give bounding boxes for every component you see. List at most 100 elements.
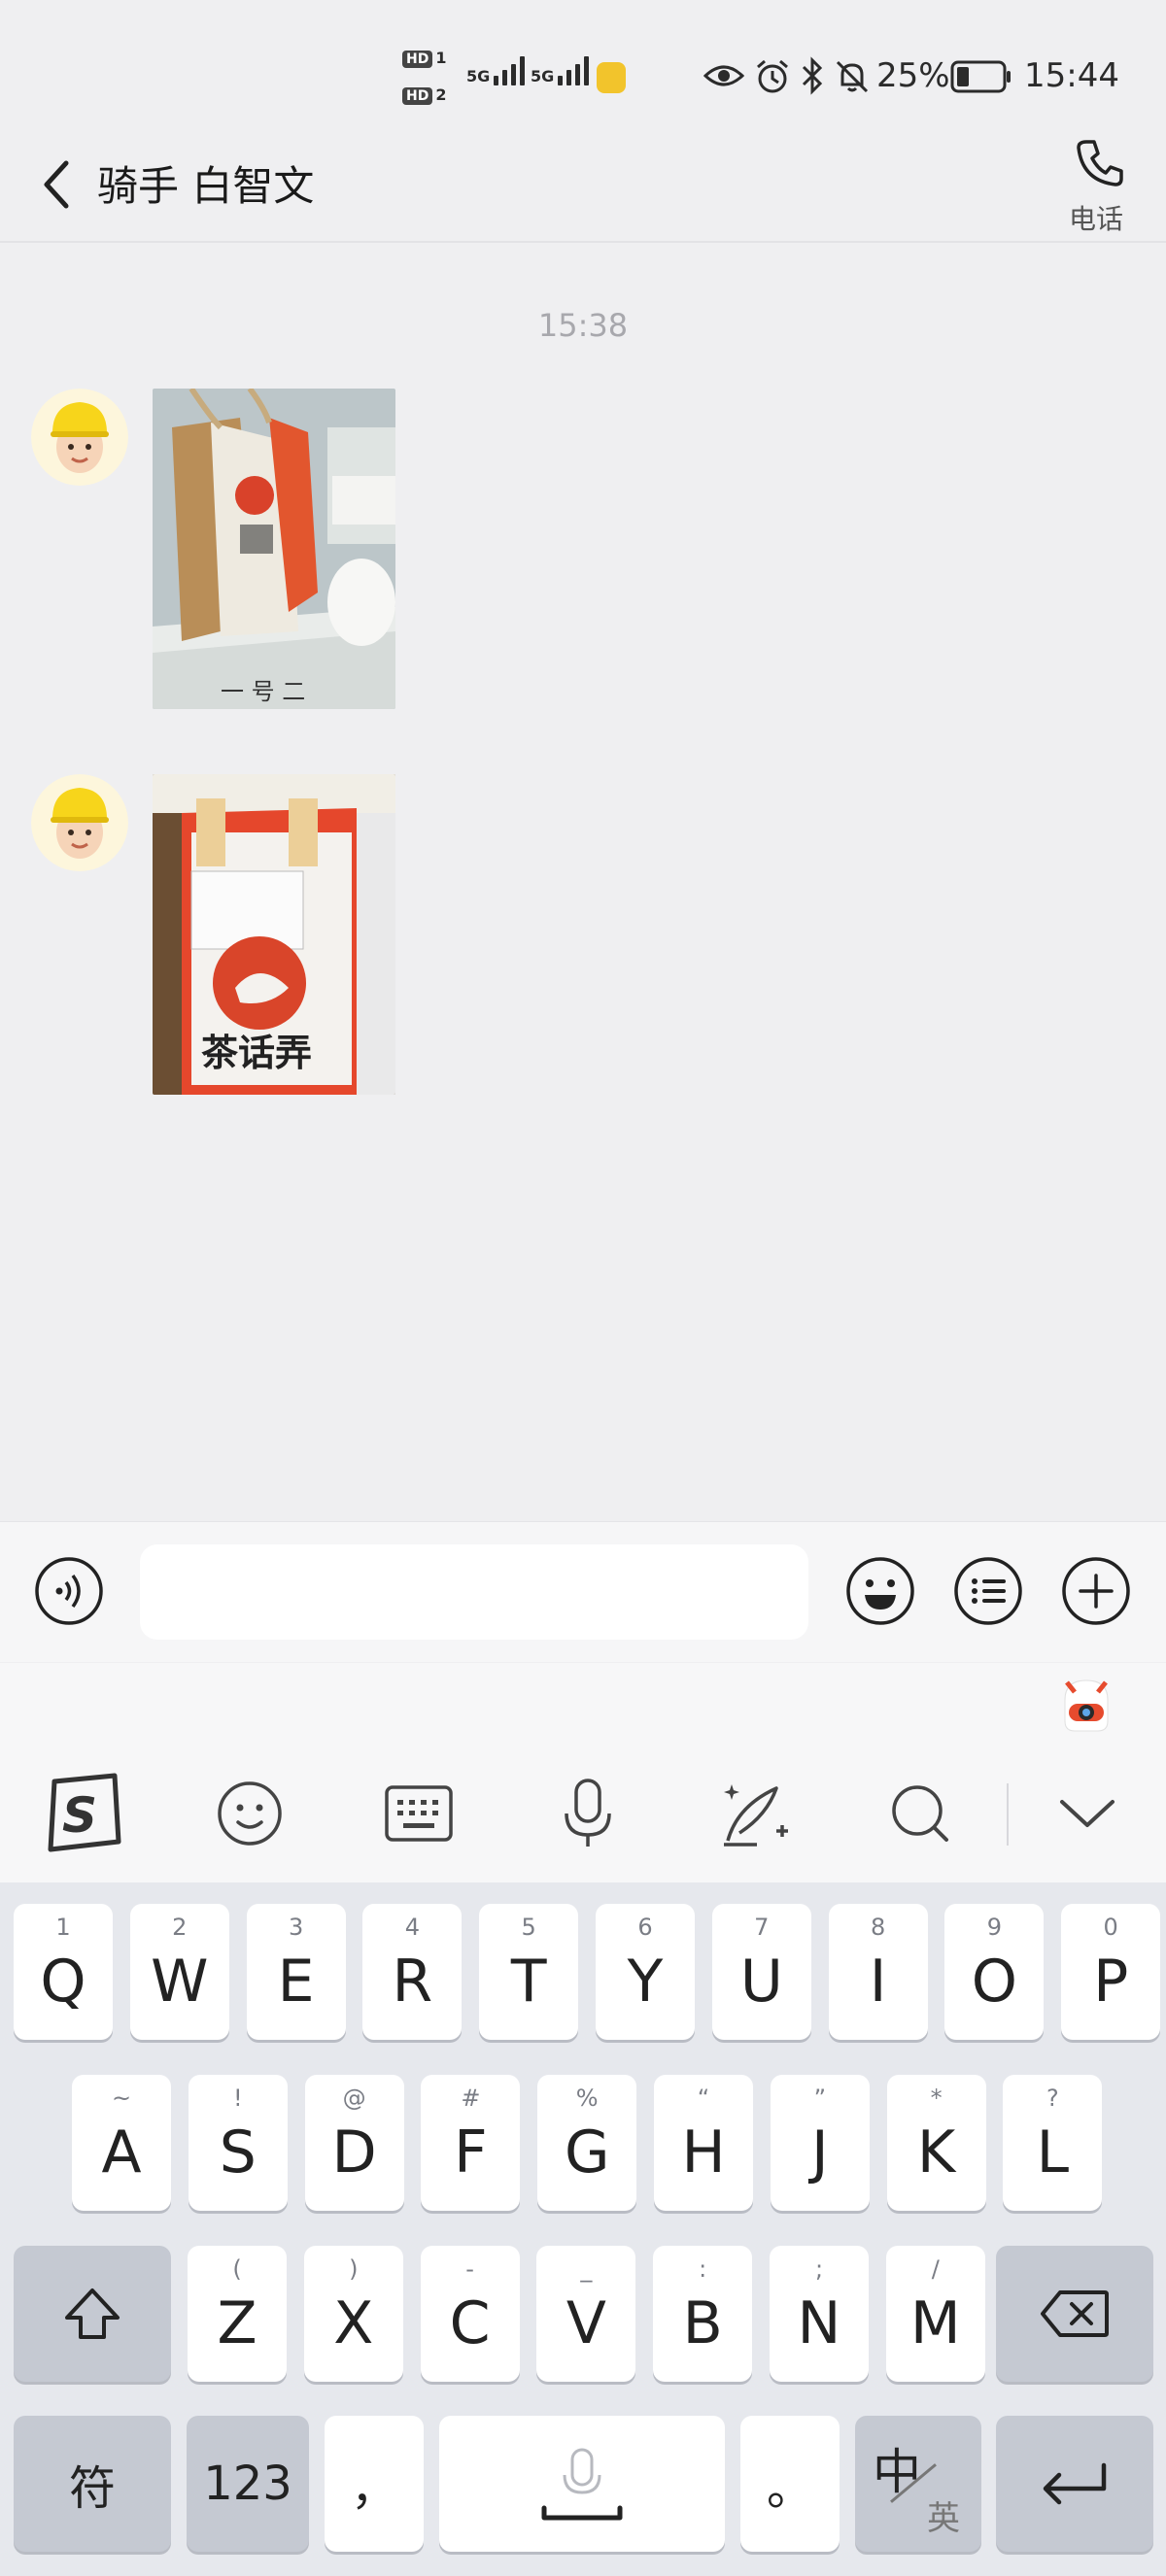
- key-secondary-label: /: [931, 2255, 940, 2283]
- emoji-icon[interactable]: [845, 1556, 915, 1626]
- comma-key[interactable]: ，: [325, 2416, 424, 2552]
- add-more-icon[interactable]: [1061, 1556, 1131, 1626]
- key-w[interactable]: 2W: [129, 1904, 229, 2040]
- eye-icon: [703, 65, 744, 86]
- key-x[interactable]: ) X: [303, 2246, 403, 2382]
- key-secondary-label: *: [930, 2085, 943, 2112]
- key-label: Q: [40, 1948, 86, 2016]
- lang-sub-label: 英: [927, 2499, 960, 2538]
- key-secondary-label: (: [232, 2255, 242, 2283]
- key-secondary-label: 4: [404, 1914, 421, 1941]
- key-k[interactable]: * K: [886, 2075, 986, 2211]
- key-b[interactable]: :B: [653, 2246, 753, 2382]
- key-u[interactable]: 7U: [711, 1904, 811, 2040]
- space-mic-icon: [541, 2448, 623, 2521]
- key-label: N: [797, 2289, 841, 2357]
- back-arrow-icon[interactable]: [37, 155, 76, 214]
- key-secondary-label: :: [699, 2255, 707, 2283]
- call-label[interactable]: 电话: [1069, 198, 1123, 237]
- key-v[interactable]: _ V: [536, 2246, 636, 2382]
- key-label: U: [739, 1948, 783, 2016]
- key-q[interactable]: 1Q: [14, 1904, 113, 2040]
- key-h[interactable]: “H: [654, 2075, 753, 2211]
- key-secondary-label: 5: [521, 1914, 536, 1941]
- key-label: I: [869, 1948, 887, 2016]
- key-secondary-label: _: [580, 2255, 593, 2283]
- period-key[interactable]: 。: [740, 2416, 840, 2552]
- battery-icon: [950, 60, 1011, 93]
- message-photo-2[interactable]: 茶话弄: [153, 774, 395, 1095]
- enter-key[interactable]: [996, 2416, 1153, 2552]
- key-s[interactable]: ! S: [188, 2075, 288, 2211]
- key-label: Y: [627, 1948, 664, 2016]
- svg-text:S: S: [62, 1787, 97, 1844]
- key-label: L: [1036, 2118, 1070, 2186]
- key-label: H: [681, 2118, 726, 2186]
- key-f[interactable]: # F: [421, 2075, 521, 2211]
- key-a[interactable]: ~ A: [72, 2075, 171, 2211]
- phone-call-icon[interactable]: [1073, 136, 1127, 190]
- status-bar: HD 1 HD 2 5G 5G 25% 15:44: [0, 0, 1166, 155]
- handwriting-icon[interactable]: [711, 1770, 799, 1857]
- key-z[interactable]: (Z: [188, 2246, 287, 2382]
- key-c[interactable]: -C: [420, 2246, 520, 2382]
- message-photo-1[interactable]: 一 号 二: [153, 389, 395, 709]
- key-label: J: [810, 2118, 829, 2186]
- space-key[interactable]: [439, 2416, 725, 2552]
- voice-input-icon[interactable]: [34, 1556, 104, 1626]
- hide-keyboard-chevron-down-icon[interactable]: [1044, 1770, 1131, 1857]
- key-secondary-label: -: [465, 2255, 474, 2283]
- key-t[interactable]: 5T: [479, 1904, 579, 2040]
- lang-main-label: 中: [873, 2444, 921, 2500]
- header-divider: [0, 241, 1166, 243]
- emoji-panel-icon[interactable]: [206, 1770, 293, 1857]
- backspace-icon: [1041, 2290, 1109, 2337]
- symbol-key[interactable]: 符: [14, 2416, 171, 2552]
- key-secondary-label: ~: [111, 2085, 132, 2112]
- number-key[interactable]: 123: [187, 2416, 309, 2552]
- quick-reply-list-icon[interactable]: [953, 1556, 1023, 1626]
- key-p[interactable]: 0P: [1061, 1904, 1161, 2040]
- key-o[interactable]: 9O: [944, 1904, 1045, 2040]
- key-secondary-label: ): [349, 2255, 359, 2283]
- key-d[interactable]: @ D: [304, 2075, 404, 2211]
- hd1-badge: HD 1: [402, 49, 446, 68]
- key-m[interactable]: / M: [885, 2246, 985, 2382]
- key-g[interactable]: % G: [537, 2075, 637, 2211]
- keyboard-layout-icon[interactable]: [375, 1770, 463, 1857]
- key-secondary-label: 1: [55, 1914, 71, 1941]
- search-icon[interactable]: [876, 1770, 964, 1857]
- voice-mic-icon[interactable]: [544, 1770, 632, 1857]
- shift-arrow-icon: [65, 2288, 120, 2339]
- rider-avatar[interactable]: [31, 389, 128, 486]
- key-secondary-label: ”: [813, 2085, 827, 2112]
- alarm-icon: [757, 59, 788, 93]
- key-secondary-label: “: [697, 2085, 710, 2112]
- key-label: M: [909, 2289, 961, 2357]
- key-j[interactable]: ” J: [770, 2075, 870, 2211]
- page-title: 骑手 白智文: [97, 162, 315, 210]
- key-secondary-label: 8: [870, 1914, 886, 1941]
- backspace-key[interactable]: [996, 2246, 1153, 2382]
- key-label: O: [971, 1948, 1017, 2016]
- message-input[interactable]: [140, 1544, 808, 1640]
- svg-text:一 号 二: 一 号 二: [221, 678, 305, 705]
- key-i[interactable]: 8I: [828, 1904, 928, 2040]
- shift-key[interactable]: [14, 2246, 171, 2382]
- key-label: K: [916, 2118, 956, 2186]
- key-n[interactable]: ; N: [770, 2246, 869, 2382]
- key-l[interactable]: ? L: [1003, 2075, 1103, 2211]
- toolbar-divider: [1007, 1783, 1009, 1846]
- key-label: G: [564, 2118, 610, 2186]
- sogou-logo-icon[interactable]: S: [39, 1770, 126, 1857]
- key-secondary-label: 3: [288, 1914, 304, 1941]
- key-e[interactable]: 3E: [246, 1904, 346, 2040]
- key-y[interactable]: 6Y: [596, 1904, 695, 2040]
- key-r[interactable]: 4R: [362, 1904, 463, 2040]
- key-secondary-label: #: [461, 2085, 481, 2112]
- language-switch-key[interactable]: 中 英: [855, 2416, 981, 2552]
- keyboard-mascot-icon[interactable]: [1055, 1675, 1117, 1737]
- key-secondary-label: @: [342, 2085, 366, 2112]
- rider-avatar[interactable]: [31, 774, 128, 871]
- key-secondary-label: 6: [637, 1914, 653, 1941]
